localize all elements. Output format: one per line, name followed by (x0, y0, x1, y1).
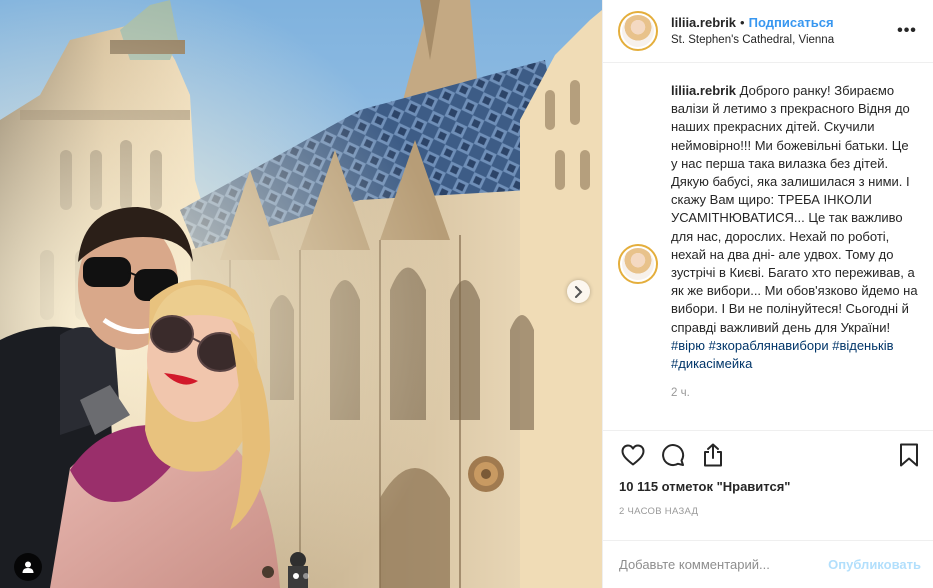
like-button[interactable] (617, 439, 649, 471)
more-options-button[interactable]: ••• (895, 19, 919, 43)
next-slide-button[interactable] (567, 280, 590, 303)
save-button[interactable] (893, 439, 925, 471)
caption-username[interactable]: liliia.rebrik (671, 83, 736, 98)
author-username[interactable]: liliia.rebrik (671, 14, 736, 31)
heart-icon (621, 444, 645, 465)
publish-comment-button[interactable]: Опубликовать (828, 557, 921, 572)
hashtag-link[interactable]: #дикасімейка (671, 356, 752, 371)
caption-time[interactable]: 2 ч. (671, 387, 918, 399)
hashtag-link[interactable]: #зкораблянавибори (709, 338, 829, 353)
likes-count[interactable]: 10 115 отметок "Нравится" (603, 478, 933, 500)
action-bar (603, 430, 933, 478)
add-comment-form: Опубликовать (603, 540, 933, 588)
carousel-indicator (0, 573, 602, 579)
post-date[interactable]: 2 ЧАСОВ НАЗАД (603, 500, 933, 540)
share-icon (704, 443, 722, 466)
post-header: liliia.rebrik • Подписаться St. Stephen'… (603, 0, 933, 63)
user-tag-icon (22, 561, 34, 573)
carousel-dot-active (293, 573, 299, 579)
location-link[interactable]: St. Stephen's Cathedral, Vienna (671, 32, 895, 49)
comment-button[interactable] (657, 439, 689, 471)
instagram-post: liliia.rebrik • Подписаться St. Stephen'… (0, 0, 933, 588)
author-avatar[interactable] (618, 11, 658, 51)
hashtag-link[interactable]: #віденьків (832, 338, 893, 353)
comments-section: liliia.rebrik Доброго ранку! Збираємо ва… (603, 63, 933, 430)
more-options-icon: ••• (897, 22, 917, 39)
post-side-panel: liliia.rebrik • Подписаться St. Stephen'… (602, 0, 933, 588)
follow-button[interactable]: Подписаться (749, 14, 834, 31)
carousel-dot (303, 573, 309, 579)
comment-input[interactable] (619, 557, 829, 572)
chevron-right-icon (575, 285, 583, 298)
comment-icon (662, 443, 685, 466)
caption-text: Доброго ранку! Збираємо валізи й летимо … (671, 83, 918, 335)
author-info: liliia.rebrik • Подписаться St. Stephen'… (671, 14, 895, 49)
caption-avatar[interactable] (618, 244, 658, 284)
hashtag-link[interactable]: #вірю (671, 338, 705, 353)
post-photo[interactable] (0, 0, 602, 588)
cathedral-selfie-image (0, 0, 602, 588)
post-caption: liliia.rebrik Доброго ранку! Збираємо ва… (671, 82, 918, 373)
bookmark-icon (900, 443, 918, 466)
share-button[interactable] (697, 439, 729, 471)
separator-dot: • (740, 14, 745, 30)
